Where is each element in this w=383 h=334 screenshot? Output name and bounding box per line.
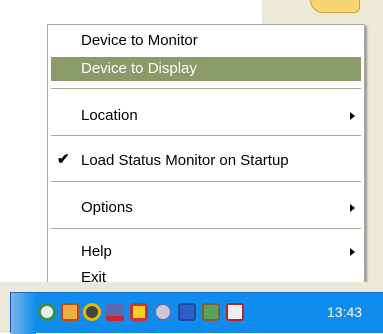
submenu-arrow-icon	[350, 112, 355, 120]
connection-icon[interactable]	[202, 303, 220, 321]
menu-item-device-to-monitor[interactable]: Device to Monitor	[51, 29, 361, 53]
warning-icon[interactable]	[83, 303, 101, 321]
wireless-disconnected-icon[interactable]	[226, 303, 244, 321]
menu-item-label: Options	[81, 199, 133, 216]
menu-separator	[51, 88, 361, 90]
status-monitor-icon[interactable]	[38, 303, 56, 321]
menu-separator	[51, 228, 361, 230]
submenu-arrow-icon	[350, 204, 355, 212]
system-tray: 13:43	[10, 292, 383, 334]
folder-icon[interactable]	[310, 0, 360, 13]
app-icon[interactable]	[154, 303, 172, 321]
clock[interactable]: 13:43	[327, 304, 362, 320]
menu-item-label: Location	[81, 107, 138, 124]
menu-item-load-status-monitor[interactable]: ✔ Load Status Monitor on Startup	[51, 149, 361, 173]
menu-item-label: Help	[81, 243, 112, 260]
clock-app-icon[interactable]	[61, 303, 79, 321]
security-alert-icon[interactable]	[130, 303, 148, 321]
menu-item-location[interactable]: Location	[51, 104, 361, 128]
display-icon[interactable]	[178, 303, 196, 321]
submenu-arrow-icon	[350, 248, 355, 256]
menu-item-label: Load Status Monitor on Startup	[81, 152, 289, 169]
menu-item-options[interactable]: Options	[51, 196, 361, 220]
menu-item-device-to-display[interactable]: Device to Display	[51, 57, 361, 81]
checkmark-icon: ✔	[57, 151, 70, 168]
menu-item-label: Device to Monitor	[81, 32, 198, 49]
menu-separator	[51, 135, 361, 137]
menu-separator	[51, 181, 361, 183]
menu-item-label: Device to Display	[81, 60, 197, 77]
network-error-icon[interactable]	[106, 303, 124, 321]
tray-context-menu: Device to Monitor Device to Display Loca…	[47, 24, 365, 292]
tray-edge	[11, 293, 36, 334]
menu-item-help[interactable]: Help	[51, 240, 361, 264]
